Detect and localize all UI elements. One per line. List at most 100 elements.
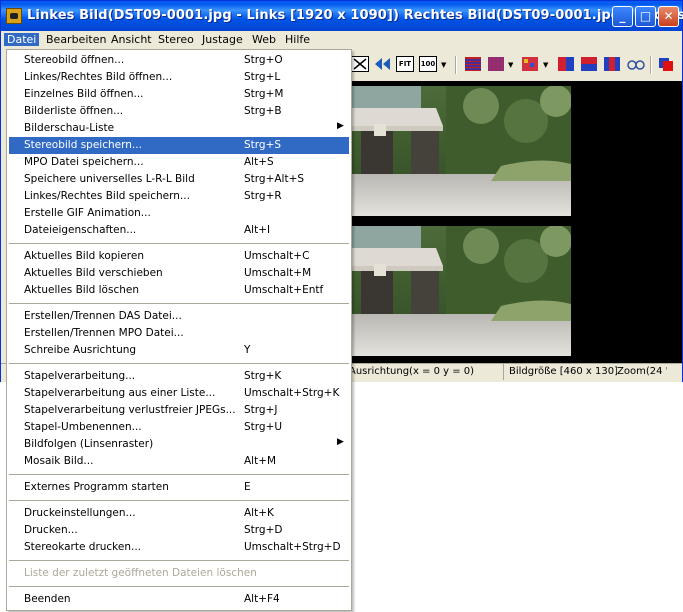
menu-item-label: Dateieigenschaften... xyxy=(24,224,137,236)
app-icon[interactable] xyxy=(6,8,22,24)
menu-item-einzelnes-bild-oeffnen[interactable]: Einzelnes Bild öffnen... Strg+M xyxy=(9,86,349,103)
menu-item-shortcut: Strg+D xyxy=(244,524,283,536)
menu-item-mpo-speichern[interactable]: MPO Datei speichern... Alt+S xyxy=(9,154,349,171)
menu-item-drucken[interactable]: Drucken... Strg+D xyxy=(9,522,349,539)
previous-icon[interactable] xyxy=(373,56,391,72)
interlaced-dropdown-arrow[interactable]: ▼ xyxy=(508,61,513,69)
menu-bar: Datei Bearbeiten Ansicht Stereo Justage … xyxy=(1,31,682,50)
menu-item-label: Stapel-Umbenennen... xyxy=(24,421,142,433)
side-by-side-icon[interactable] xyxy=(557,56,575,72)
menu-item-shortcut: Strg+O xyxy=(244,54,283,66)
menu-item-dateieigenschaften[interactable]: Dateieigenschaften... Alt+I xyxy=(9,222,349,239)
menu-item-bilderschau-liste[interactable]: Bilderschau-Liste ▶ xyxy=(9,120,349,137)
anaglyph-dropdown-arrow[interactable]: ▼ xyxy=(543,61,548,69)
menu-separator xyxy=(9,474,349,475)
menu-item-bild-kopieren[interactable]: Aktuelles Bild kopieren Umschalt+C xyxy=(9,248,349,265)
anaglyph-icon[interactable] xyxy=(521,56,539,72)
menu-hilfe[interactable]: Hilfe xyxy=(282,33,313,46)
menu-item-gif-animation[interactable]: Erstelle GIF Animation... xyxy=(9,205,349,222)
fit-icon[interactable]: FIT xyxy=(396,56,414,72)
menu-item-liste-loeschen: Liste der zuletzt geöffneten Dateien lös… xyxy=(9,565,349,582)
menu-item-label: Bilderliste öffnen... xyxy=(24,105,124,117)
menu-item-stereokarte-drucken[interactable]: Stereokarte drucken... Umschalt+Strg+D xyxy=(9,539,349,556)
menu-item-shortcut: Alt+M xyxy=(244,455,277,467)
menu-item-beenden[interactable]: Beenden Alt+F4 xyxy=(9,591,349,608)
menu-item-shortcut: Strg+U xyxy=(244,421,283,433)
menu-item-shortcut: Alt+F4 xyxy=(244,593,280,605)
datei-menu-dropdown: Stereobild öffnen... Strg+O Linkes/Rechte… xyxy=(6,49,352,611)
menu-item-bilderliste-oeffnen[interactable]: Bilderliste öffnen... Strg+B xyxy=(9,103,349,120)
glasses-icon[interactable] xyxy=(627,56,645,72)
menu-item-bild-verschieben[interactable]: Aktuelles Bild verschieben Umschalt+M xyxy=(9,265,349,282)
menu-web[interactable]: Web xyxy=(249,33,279,46)
menu-item-shortcut: Strg+M xyxy=(244,88,284,100)
menu-item-links-rechts-oeffnen[interactable]: Linkes/Rechtes Bild öffnen... Strg+L xyxy=(9,69,349,86)
menu-separator xyxy=(9,586,349,587)
menu-item-shortcut: Alt+I xyxy=(244,224,271,236)
menu-separator xyxy=(9,500,349,501)
menu-item-stereobild-speichern[interactable]: Stereobild speichern... Strg+S xyxy=(9,137,349,154)
menu-bearbeiten[interactable]: Bearbeiten xyxy=(43,33,109,46)
menu-item-schreibe-ausrichtung[interactable]: Schreibe Ausrichtung Y xyxy=(9,342,349,359)
image-viewport[interactable] xyxy=(351,81,682,363)
split-view-icon[interactable] xyxy=(603,56,621,72)
menu-item-externes-programm[interactable]: Externes Programm starten E xyxy=(9,479,349,496)
menu-ansicht[interactable]: Ansicht xyxy=(108,33,155,46)
menu-item-das-datei[interactable]: Erstellen/Trennen DAS Datei... xyxy=(9,308,349,325)
menu-item-label: MPO Datei speichern... xyxy=(24,156,144,168)
menu-item-stapel-liste[interactable]: Stapelverarbeitung aus einer Liste... Ums… xyxy=(9,385,349,402)
menu-item-label: Schreibe Ausrichtung xyxy=(24,344,137,356)
status-image-size: Bildgröße [460 x 130] xyxy=(509,366,617,377)
menu-item-druckeinstellungen[interactable]: Druckeinstellungen... Alt+K xyxy=(9,505,349,522)
menu-item-mpo-datei[interactable]: Erstellen/Trennen MPO Datei... xyxy=(9,325,349,342)
title-bar[interactable]: Linkes Bild(DST09-0001.jpg - Links [1920… xyxy=(1,1,683,31)
maximize-button[interactable]: □ xyxy=(635,6,656,27)
menu-item-shortcut: Strg+J xyxy=(244,404,278,416)
minimize-button[interactable]: _ xyxy=(612,6,633,27)
menu-item-label: Stereokarte drucken... xyxy=(24,541,142,553)
menu-item-stapelverarbeitung[interactable]: Stapelverarbeitung... Strg+K xyxy=(9,368,349,385)
menu-separator xyxy=(9,243,349,244)
menu-item-stapel-jpeg[interactable]: Stapelverarbeitung verlustfreier JPEGs..… xyxy=(9,402,349,419)
menu-item-mosaik-bild[interactable]: Mosaik Bild... Alt+M xyxy=(9,453,349,470)
menu-item-label: Erstellen/Trennen DAS Datei... xyxy=(24,310,182,322)
menu-item-links-rechts-speichern[interactable]: Linkes/Rechtes Bild speichern... Strg+R xyxy=(9,188,349,205)
menu-item-shortcut: E xyxy=(244,481,251,493)
above-below-icon[interactable] xyxy=(580,56,598,72)
fit-window-icon[interactable] xyxy=(351,56,369,72)
menu-item-label: Externes Programm starten xyxy=(24,481,169,493)
zoom-100-icon[interactable]: 100 xyxy=(419,56,437,72)
close-button[interactable]: ✕ xyxy=(658,6,679,27)
menu-item-label: Stapelverarbeitung verlustfreier JPEGs..… xyxy=(24,404,236,416)
menu-item-stapel-umbenennen[interactable]: Stapel-Umbenennen... Strg+U xyxy=(9,419,349,436)
menu-item-label: Aktuelles Bild kopieren xyxy=(24,250,145,262)
menu-datei[interactable]: Datei xyxy=(4,33,40,46)
menu-item-label: Aktuelles Bild verschieben xyxy=(24,267,163,279)
menu-item-shortcut: Umschalt+Strg+K xyxy=(244,387,340,399)
menu-item-label: Bilderschau-Liste xyxy=(24,122,115,134)
menu-item-label: Beenden xyxy=(24,593,71,605)
menu-separator xyxy=(9,363,349,364)
menu-item-label: Erstellen/Trennen MPO Datei... xyxy=(24,327,184,339)
menu-item-speichere-lrl[interactable]: Speichere universelles L-R-L Bild Strg+Al… xyxy=(9,171,349,188)
menu-item-shortcut: Umschalt+C xyxy=(244,250,310,262)
menu-justage[interactable]: Justage xyxy=(199,33,246,46)
menu-item-shortcut: Umschalt+Strg+D xyxy=(244,541,341,553)
menu-item-bild-loeschen[interactable]: Aktuelles Bild löschen Umschalt+Entf xyxy=(9,282,349,299)
interlaced-cols-icon[interactable] xyxy=(487,56,505,72)
submenu-arrow-icon: ▶ xyxy=(337,121,344,131)
menu-item-label: Stapelverarbeitung... xyxy=(24,370,136,382)
menu-item-shortcut: Strg+Alt+S xyxy=(244,173,305,185)
menu-item-stereobild-oeffnen[interactable]: Stereobild öffnen... Strg+O xyxy=(9,52,349,69)
menu-item-shortcut: Y xyxy=(244,344,251,356)
color-icon[interactable] xyxy=(657,56,675,72)
menu-item-label: Linkes/Rechtes Bild speichern... xyxy=(24,190,190,202)
menu-stereo[interactable]: Stereo xyxy=(155,33,197,46)
zoom-dropdown-arrow[interactable]: ▼ xyxy=(441,61,446,69)
menu-item-shortcut: Strg+K xyxy=(244,370,282,382)
interlaced-rows-icon[interactable] xyxy=(464,56,482,72)
menu-item-label: Stapelverarbeitung aus einer Liste... xyxy=(24,387,216,399)
menu-item-bildfolgen[interactable]: Bildfolgen (Linsenraster) ▶ xyxy=(9,436,349,453)
menu-item-label: Druckeinstellungen... xyxy=(24,507,136,519)
menu-item-label: Aktuelles Bild löschen xyxy=(24,284,139,296)
